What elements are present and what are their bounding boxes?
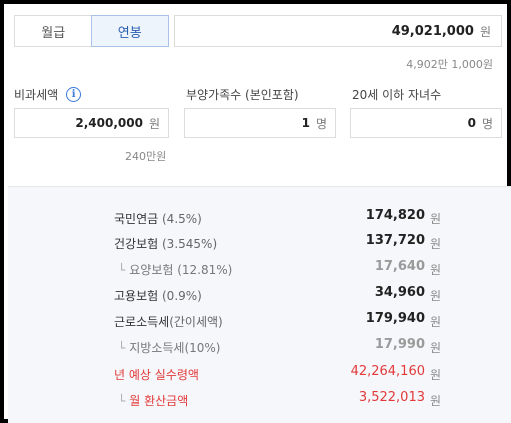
- result-amount: 179,940: [365, 311, 425, 326]
- result-pct: (10%): [184, 341, 221, 355]
- result-pct: (12.81%): [177, 263, 233, 277]
- result-name: └ 지방소득세(10%): [118, 339, 220, 356]
- result-row-income-tax: 근로소득세(간이세액) 179,940 원: [8, 311, 511, 331]
- children-value: 0: [467, 116, 476, 130]
- children-unit: 명: [481, 116, 493, 131]
- result-row-monthly-net: └ 월 환산금액 3,522,013 원: [8, 390, 511, 410]
- result-unit: 원: [430, 368, 442, 382]
- info-icon[interactable]: i: [66, 87, 82, 102]
- salary-input[interactable]: 49,021,000 원: [174, 15, 502, 47]
- result-name: 고용보험 (0.9%): [114, 287, 202, 304]
- result-unit: 원: [430, 341, 442, 355]
- result-amount: 34,960: [374, 285, 425, 300]
- non-taxable-korean-hint: 240만원: [125, 150, 167, 163]
- calculator-frame: 월급 연봉 49,021,000 원 4,902만 1,000원 비과세액 i …: [0, 0, 511, 423]
- result-row-long-term-care: └ 요양보험 (12.81%) 17,640 원: [8, 259, 511, 279]
- result-label: 건강보험: [114, 237, 159, 251]
- result-name: └ 요양보험 (12.81%): [118, 261, 232, 278]
- children-input[interactable]: 0 명: [350, 108, 502, 138]
- result-amount: 17,990: [374, 337, 425, 352]
- result-row-national-pension: 국민연금 (4.5%) 174,820 원: [8, 208, 511, 228]
- result-label: 국민연금: [114, 212, 159, 226]
- result-row-local-income-tax: └ 지방소득세(10%) 17,990 원: [8, 337, 511, 357]
- pay-period-tabs: 월급 연봉: [14, 15, 169, 47]
- non-taxable-input[interactable]: 2,400,000 원: [14, 108, 169, 138]
- result-row-health-insurance: 건강보험 (3.545%) 137,720 원: [8, 233, 511, 253]
- dependents-value: 1: [301, 116, 310, 130]
- result-pct: (4.5%): [162, 212, 202, 226]
- non-taxable-label-text: 비과세액: [14, 88, 59, 102]
- result-row-annual-net: 년 예상 실수령액 42,264,160 원: [8, 364, 511, 384]
- result-amount: 42,264,160: [350, 364, 425, 379]
- result-label: 요양보험: [129, 263, 174, 277]
- result-row-employment-insurance: 고용보험 (0.9%) 34,960 원: [8, 285, 511, 305]
- result-unit: 원: [430, 212, 442, 226]
- salary-value: 49,021,000: [391, 23, 474, 39]
- tab-monthly[interactable]: 월급: [15, 16, 92, 46]
- result-unit: 원: [430, 315, 442, 329]
- result-name: 건강보험 (3.545%): [114, 235, 217, 252]
- result-pct: (0.9%): [162, 289, 202, 303]
- result-amount: 137,720: [365, 233, 425, 248]
- result-label: 근로소득세: [114, 315, 170, 329]
- result-unit: 원: [430, 263, 442, 277]
- result-label: 고용보험: [114, 289, 159, 303]
- dependents-input[interactable]: 1 명: [184, 108, 336, 138]
- tab-annual[interactable]: 연봉: [90, 15, 169, 47]
- result-name: 국민연금 (4.5%): [114, 210, 202, 227]
- dependents-unit: 명: [315, 116, 327, 131]
- non-taxable-unit: 원: [148, 116, 160, 131]
- result-unit: 원: [430, 237, 442, 251]
- results-panel: 국민연금 (4.5%) 174,820 원 건강보험 (3.545%) 137,…: [8, 186, 511, 423]
- result-name: └ 월 환산금액: [118, 392, 188, 409]
- result-pct: (3.545%): [162, 237, 218, 251]
- non-taxable-value: 2,400,000: [75, 116, 143, 130]
- dependents-label: 부양가족수 (본인포함): [186, 88, 299, 102]
- result-label: 년 예상 실수령액: [114, 368, 199, 382]
- result-label: 월 환산금액: [129, 394, 189, 408]
- non-taxable-label: 비과세액 i: [14, 86, 82, 103]
- result-pct: (간이세액): [169, 315, 223, 329]
- branch-icon: └: [118, 394, 126, 408]
- result-unit: 원: [430, 394, 442, 408]
- result-label: 지방소득세: [129, 341, 185, 355]
- salary-unit: 원: [479, 24, 491, 39]
- children-label: 20세 이하 자녀수: [352, 88, 442, 102]
- result-amount: 17,640: [374, 259, 425, 274]
- result-unit: 원: [430, 289, 442, 303]
- result-amount: 174,820: [365, 208, 425, 223]
- result-amount: 3,522,013: [358, 390, 425, 405]
- branch-icon: └: [118, 263, 126, 277]
- salary-korean-hint: 4,902만 1,000원: [406, 58, 493, 71]
- result-name: 근로소득세(간이세액): [114, 313, 223, 330]
- branch-icon: └: [118, 341, 126, 355]
